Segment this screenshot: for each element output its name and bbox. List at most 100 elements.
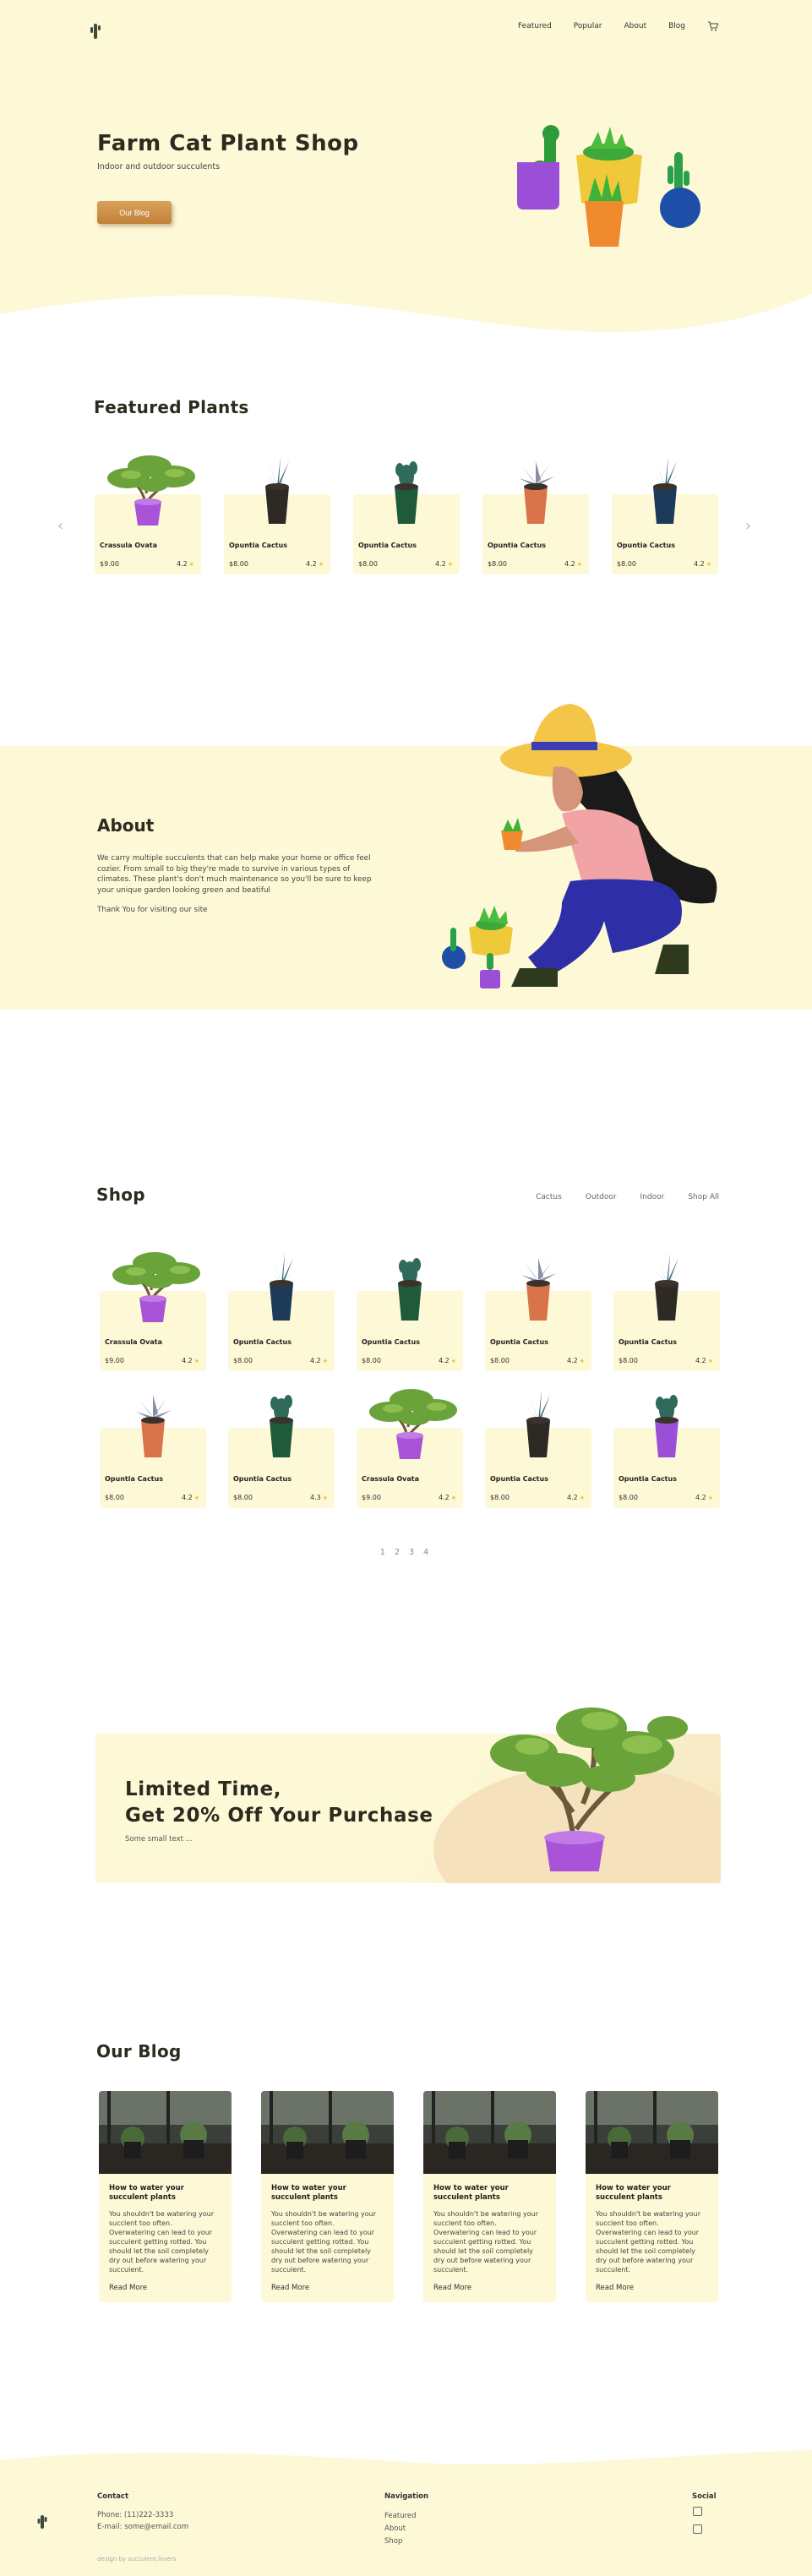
product-price: $8.00 bbox=[362, 1357, 381, 1364]
star-icon: ★ bbox=[707, 1358, 713, 1364]
product-price: $9.00 bbox=[105, 1357, 124, 1364]
blog-image bbox=[586, 2091, 718, 2174]
plant-image bbox=[488, 1383, 589, 1464]
product-rating: 4.2 ★ bbox=[564, 560, 582, 568]
footer-link-shop[interactable]: Shop bbox=[384, 2537, 402, 2546]
blog-post-body: You shouldn't be watering your succlent … bbox=[596, 2210, 701, 2274]
page-1[interactable]: 1 bbox=[380, 1548, 389, 1557]
blog-card[interactable]: How to water your succulent plants You sh… bbox=[423, 2091, 556, 2302]
plant-image bbox=[359, 1246, 460, 1327]
star-icon: ★ bbox=[193, 1358, 199, 1364]
page: Featured Popular About Blog Farm Cat Pla… bbox=[0, 0, 812, 2576]
footer-social-title: Social bbox=[692, 2492, 717, 2501]
rating-value: 4.3 bbox=[309, 1494, 321, 1501]
star-icon: ★ bbox=[318, 561, 324, 568]
read-more-link[interactable]: Read More bbox=[271, 2284, 309, 2292]
product-card[interactable]: Opuntia Cactus $8.00 4.2 ★ bbox=[482, 461, 589, 575]
hero-title: Farm Cat Plant Shop bbox=[97, 131, 359, 156]
product-card[interactable]: Opuntia Cactus $8.00 4.2 ★ bbox=[613, 1253, 720, 1371]
star-icon: ★ bbox=[188, 561, 194, 568]
nav-about[interactable]: About bbox=[624, 22, 646, 30]
shop-filters: Cactus Outdoor Indoor Shop All bbox=[536, 1193, 719, 1201]
product-rating: 4.2 ★ bbox=[182, 1357, 199, 1364]
product-card[interactable]: Opuntia Cactus $8.00 4.2 ★ bbox=[613, 1395, 720, 1508]
product-card[interactable]: Opuntia Cactus $8.00 4.2 ★ bbox=[353, 461, 460, 575]
promo-line-1: Limited Time, bbox=[125, 1778, 282, 1800]
product-rating: 4.2 ★ bbox=[567, 1357, 585, 1364]
cart-icon[interactable] bbox=[707, 20, 719, 32]
read-more-link[interactable]: Read More bbox=[109, 2284, 147, 2292]
product-rating: 4.2 ★ bbox=[306, 560, 324, 568]
product-rating: 4.2 ★ bbox=[694, 560, 711, 568]
blog-post-title[interactable]: How to water your succulent plants bbox=[433, 2184, 548, 2203]
product-rating: 4.2 ★ bbox=[439, 1357, 456, 1364]
plant-image bbox=[102, 1246, 204, 1327]
our-blog-button[interactable]: Our Blog bbox=[97, 201, 172, 224]
product-card[interactable]: Opuntia Cactus $8.00 4.2 ★ bbox=[612, 456, 718, 575]
product-name: Crassula Ovata bbox=[362, 1475, 419, 1483]
product-name: Opuntia Cactus bbox=[619, 1475, 677, 1483]
page-3[interactable]: 3 bbox=[409, 1548, 417, 1557]
filter-indoor[interactable]: Indoor bbox=[640, 1193, 665, 1201]
blog-card[interactable]: How to water your succulent plants You sh… bbox=[99, 2091, 232, 2302]
chevron-right-icon[interactable]: › bbox=[745, 517, 751, 535]
product-card[interactable]: Opuntia Cactus $8.00 4.2 ★ bbox=[485, 1390, 591, 1508]
footer-email[interactable]: E-mail: some@email.com bbox=[97, 2523, 188, 2531]
facebook-icon[interactable] bbox=[693, 2524, 702, 2534]
plant-image bbox=[614, 449, 716, 531]
blog-card[interactable]: How to water your succulent plants You sh… bbox=[261, 2091, 394, 2302]
product-card[interactable]: Opuntia Cactus $8.00 4.3 ★ bbox=[228, 1395, 335, 1508]
rating-value: 4.2 bbox=[309, 1357, 321, 1364]
product-card[interactable]: Opuntia Cactus $8.00 4.2 ★ bbox=[100, 1395, 206, 1508]
product-card[interactable]: Crassula Ovata $9.00 4.2 ★ bbox=[95, 455, 201, 575]
cactus-logo-icon[interactable] bbox=[37, 2513, 47, 2530]
featured-title: Featured Plants bbox=[94, 397, 249, 417]
footer-contact-title: Contact bbox=[97, 2492, 129, 2501]
chevron-left-icon[interactable]: ‹ bbox=[57, 517, 63, 535]
filter-shop-all[interactable]: Shop All bbox=[688, 1193, 719, 1201]
product-price: $9.00 bbox=[100, 560, 119, 568]
star-icon: ★ bbox=[322, 1358, 328, 1364]
hero-subtitle: Indoor and outdoor succulents bbox=[97, 162, 221, 172]
blog-post-title[interactable]: How to water your succulent plants bbox=[596, 2184, 710, 2203]
hero-section: Featured Popular About Blog Farm Cat Pla… bbox=[0, 0, 812, 346]
product-card[interactable]: Opuntia Cactus $8.00 4.2 ★ bbox=[228, 1253, 335, 1371]
product-name: Opuntia Cactus bbox=[490, 1475, 548, 1483]
product-card[interactable]: Opuntia Cactus $8.00 4.2 ★ bbox=[485, 1258, 591, 1371]
product-name: Crassula Ovata bbox=[105, 1338, 162, 1346]
plant-image bbox=[102, 1383, 204, 1464]
footer-link-featured[interactable]: Featured bbox=[384, 2512, 417, 2520]
rating-value: 4.2 bbox=[434, 560, 446, 568]
star-icon: ★ bbox=[579, 1358, 585, 1364]
product-price: $8.00 bbox=[619, 1494, 638, 1501]
blog-card[interactable]: How to water your succulent plants You sh… bbox=[586, 2091, 718, 2302]
product-card[interactable]: Opuntia Cactus $8.00 4.2 ★ bbox=[224, 456, 330, 575]
read-more-link[interactable]: Read More bbox=[433, 2284, 471, 2292]
product-price: $8.00 bbox=[233, 1494, 253, 1501]
instagram-icon[interactable] bbox=[693, 2507, 702, 2516]
rating-value: 4.2 bbox=[176, 560, 188, 568]
footer-link-about[interactable]: About bbox=[384, 2524, 406, 2533]
promo-title: Limited Time, Get 20% Off Your Purchase bbox=[125, 1777, 433, 1829]
about-title: About bbox=[97, 815, 155, 836]
product-card[interactable]: Crassula Ovata $9.00 4.2 ★ bbox=[100, 1252, 206, 1371]
nav-blog[interactable]: Blog bbox=[668, 22, 685, 30]
product-price: $8.00 bbox=[358, 560, 378, 568]
filter-outdoor[interactable]: Outdoor bbox=[586, 1193, 617, 1201]
blog-post-title[interactable]: How to water your succulent plants bbox=[109, 2184, 223, 2203]
page-2[interactable]: 2 bbox=[395, 1548, 403, 1557]
product-card[interactable]: Opuntia Cactus $8.00 4.2 ★ bbox=[357, 1258, 463, 1371]
nav-popular[interactable]: Popular bbox=[574, 22, 602, 30]
rating-value: 4.2 bbox=[693, 560, 705, 568]
product-rating: 4.2 ★ bbox=[177, 560, 194, 568]
page-4[interactable]: 4 bbox=[423, 1548, 432, 1557]
filter-cactus[interactable]: Cactus bbox=[536, 1193, 562, 1201]
product-card[interactable]: Crassula Ovata $9.00 4.2 ★ bbox=[357, 1389, 463, 1508]
cactus-logo-icon[interactable] bbox=[90, 22, 101, 41]
nav-featured[interactable]: Featured bbox=[518, 22, 552, 30]
product-name: Opuntia Cactus bbox=[488, 542, 546, 549]
blog-post-title[interactable]: How to water your succulent plants bbox=[271, 2184, 385, 2203]
star-icon: ★ bbox=[576, 561, 582, 568]
promo-small-text: Some small text ... bbox=[125, 1835, 193, 1844]
read-more-link[interactable]: Read More bbox=[596, 2284, 634, 2292]
